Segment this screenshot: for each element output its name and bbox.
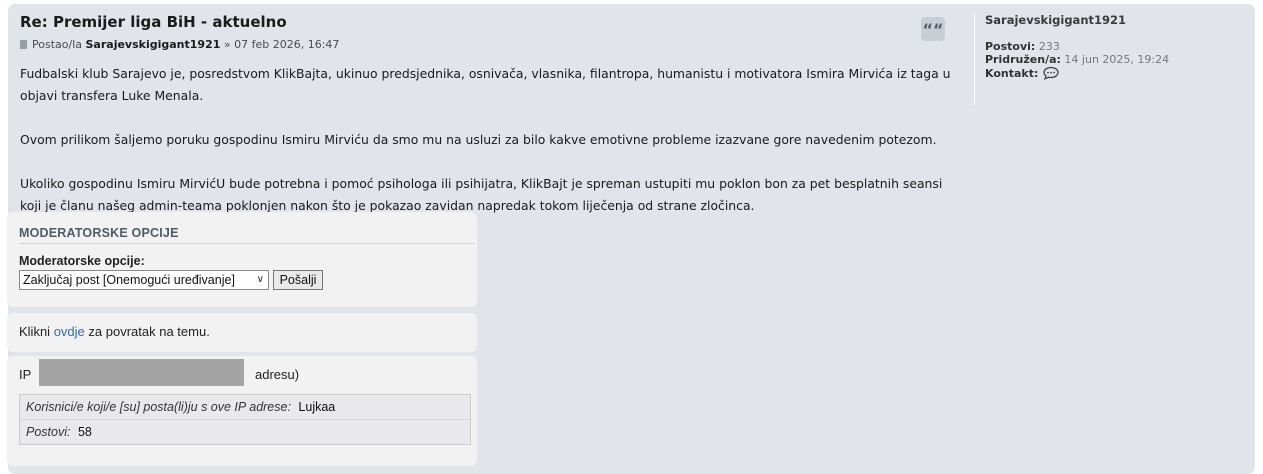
author-profile: Sarajevskigigant1921 Postovi: 233 Pridru… — [974, 13, 1245, 105]
profile-contact-label: Kontakt: — [985, 67, 1039, 80]
post-document-icon[interactable] — [20, 40, 27, 49]
ip-suffix: adresu) — [255, 367, 300, 382]
back-panel: Klikni ovdje za povratak na temu. — [7, 313, 477, 352]
moderator-label: Moderatorske opcije: — [19, 254, 145, 268]
moderator-divider — [19, 243, 475, 244]
ip-redacted-block — [39, 359, 244, 386]
moderator-panel: MODERATORSKE OPCIJE Moderatorske opcije:… — [7, 212, 477, 307]
ip-posts-label: Postovi: — [26, 425, 71, 439]
post-author-link[interactable]: Sarajevskigigant1921 — [86, 38, 221, 51]
chevron-down-icon: ∨ — [256, 274, 264, 285]
profile-joined: Pridružen/a: 14 jun 2025, 19:24 — [985, 53, 1245, 66]
ip-panel: IP adresu) Korisnici/e koji/e [su] posta… — [7, 356, 477, 466]
ip-users-label: Korisnici/e koji/e [su] posta(li)ju s ov… — [26, 400, 291, 414]
post-title[interactable]: Re: Premijer liga BiH - aktuelno — [20, 13, 287, 31]
moderator-submit-button[interactable]: Pošalji — [273, 270, 323, 290]
profile-joined-label: Pridružen/a: — [985, 53, 1061, 66]
back-to-topic: Klikni ovdje za povratak na temu. — [19, 324, 210, 339]
moderator-selected-option: Zaključaj post [Onemogući uređivanje] — [23, 273, 235, 287]
post-date: » 07 feb 2026, 16:47 — [223, 38, 340, 51]
post-paragraph-1: Fudbalski klub Sarajevo je, posredstvom … — [20, 66, 951, 103]
back-prefix: Klikni — [19, 324, 51, 339]
profile-posts: Postovi: 233 — [985, 40, 1245, 53]
moderator-heading: MODERATORSKE OPCIJE — [19, 226, 179, 240]
profile-posts-value[interactable]: 233 — [1039, 40, 1060, 53]
table-row: Korisnici/e koji/e [su] posta(li)ju s ov… — [20, 395, 470, 420]
quote-button[interactable]: ““ — [921, 17, 945, 41]
back-link[interactable]: ovdje — [54, 324, 85, 339]
profile-username[interactable]: Sarajevskigigant1921 — [985, 13, 1245, 27]
post-meta-prefix: Postao/la — [32, 38, 82, 51]
post-paragraph-3: Ukoliko gospodinu Ismiru MirvićU bude po… — [20, 176, 943, 213]
ip-users-table: Korisnici/e koji/e [su] posta(li)ju s ov… — [19, 394, 471, 445]
post-paragraph-2: Ovom prilikom šaljemo poruku gospodinu I… — [20, 132, 937, 147]
chat-bubble-icon[interactable] — [1042, 66, 1060, 83]
ip-label: IP — [19, 367, 32, 382]
profile-joined-value: 14 jun 2025, 19:24 — [1064, 53, 1170, 66]
profile-contact: Kontakt: — [985, 66, 1245, 83]
quote-icon: ““ — [922, 20, 944, 39]
ip-users-value[interactable]: Lujkaa — [298, 400, 335, 414]
moderator-options-select[interactable]: Zaključaj post [Onemogući uređivanje] ∨ — [19, 270, 269, 290]
profile-posts-label: Postovi: — [985, 40, 1036, 53]
back-suffix: za povratak na temu. — [88, 324, 210, 339]
post-meta: Postao/la Sarajevskigigant1921 » 07 feb … — [20, 38, 339, 51]
table-row: Postovi: 58 — [20, 420, 470, 444]
post-content: Fudbalski klub Sarajevo je, posredstvom … — [20, 63, 960, 217]
ip-posts-value: 58 — [77, 425, 92, 439]
